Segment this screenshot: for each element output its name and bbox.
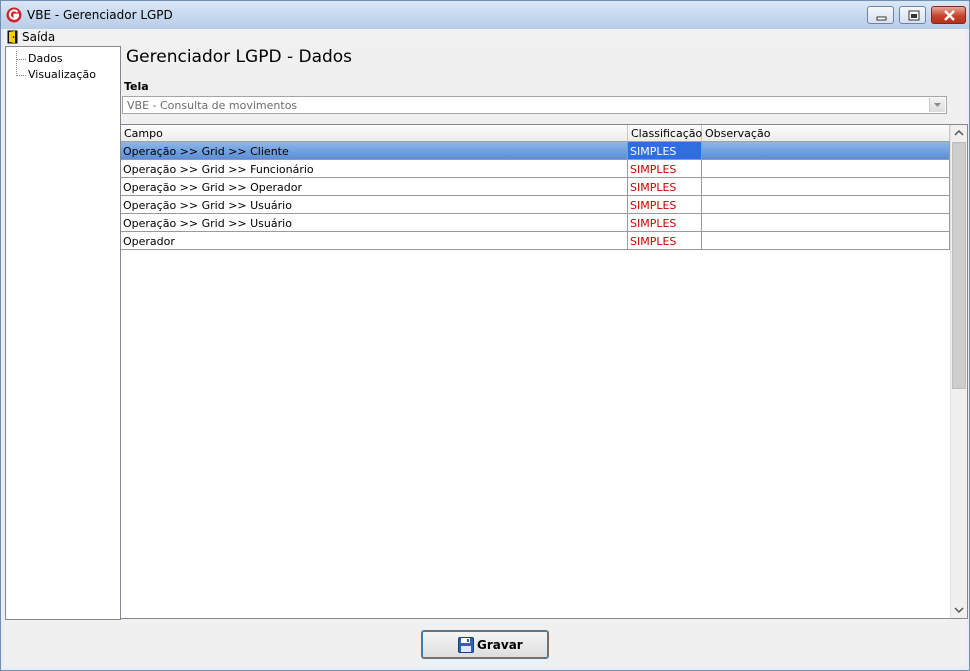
cell-classificacao[interactable]: SIMPLES [628, 142, 702, 160]
close-icon [944, 10, 955, 21]
minimize-button[interactable] [867, 6, 894, 24]
tree-item-dados[interactable]: Dados [6, 51, 118, 67]
tree-connector [16, 75, 26, 76]
cell-campo[interactable]: Operação >> Grid >> Funcionário [121, 160, 628, 178]
page-title: Gerenciador LGPD - Dados [126, 47, 353, 67]
cell-text: Operador [123, 235, 175, 248]
table-row[interactable]: Operação >> Grid >> Usuário SIMPLES [121, 196, 950, 214]
cell-observacao[interactable] [702, 196, 950, 214]
tela-select[interactable]: VBE - Consulta de movimentos [122, 96, 947, 114]
cell-campo[interactable]: Operação >> Grid >> Operador [121, 178, 628, 196]
column-header-observacao[interactable]: Observação [702, 125, 950, 142]
column-header-label: Campo [124, 127, 163, 140]
save-button[interactable]: Gravar [421, 630, 549, 659]
exit-door-icon [7, 30, 18, 44]
cell-observacao[interactable] [702, 214, 950, 232]
chevron-down-icon [954, 607, 964, 614]
save-button-label: Gravar [477, 638, 523, 652]
cell-campo[interactable]: Operador [121, 232, 628, 250]
floppy-disk-icon [458, 637, 474, 653]
cell-text: Operação >> Grid >> Usuário [123, 199, 292, 212]
column-header-label: Classificação [631, 127, 703, 140]
table-row[interactable]: Operação >> Grid >> Funcionário SIMPLES [121, 160, 950, 178]
table-row[interactable]: Operação >> Grid >> Cliente SIMPLES [121, 142, 950, 160]
cell-text: Operação >> Grid >> Operador [123, 181, 303, 194]
title-bar[interactable]: VBE - Gerenciador LGPD [1, 1, 969, 29]
app-window: VBE - Gerenciador LGPD Saída Dados Visua… [0, 0, 970, 671]
cell-text: Operação >> Grid >> Usuário [123, 217, 292, 230]
navigation-tree: Dados Visualização [5, 46, 121, 620]
minimize-icon [876, 16, 887, 21]
cell-classificacao[interactable]: SIMPLES [628, 232, 702, 250]
tree-item-label: Visualização [28, 68, 96, 81]
menu-label: Saída [22, 30, 56, 44]
vertical-scrollbar[interactable] [950, 125, 967, 618]
restore-icon [908, 10, 920, 21]
cell-text: SIMPLES [630, 145, 677, 158]
tree-connector [16, 59, 26, 60]
tree-item-label: Dados [28, 52, 63, 65]
cell-text: SIMPLES [630, 199, 677, 212]
scroll-down-button[interactable] [951, 601, 967, 618]
cell-text: SIMPLES [630, 235, 677, 248]
column-header-label: Observação [705, 127, 771, 140]
cell-text: SIMPLES [630, 181, 677, 194]
cell-observacao[interactable] [702, 160, 950, 178]
column-header-campo[interactable]: Campo [121, 125, 628, 142]
cell-classificacao[interactable]: SIMPLES [628, 196, 702, 214]
app-logo-icon [6, 7, 22, 23]
window-title: VBE - Gerenciador LGPD [27, 8, 173, 22]
chevron-up-icon [954, 129, 964, 136]
close-button[interactable] [931, 6, 966, 24]
menu-bar: Saída [4, 29, 966, 45]
cell-classificacao[interactable]: SIMPLES [628, 160, 702, 178]
table-row[interactable]: Operador SIMPLES [121, 232, 950, 250]
table-row[interactable]: Operação >> Grid >> Operador SIMPLES [121, 178, 950, 196]
table-row[interactable]: Operação >> Grid >> Usuário SIMPLES [121, 214, 950, 232]
cell-text: SIMPLES [630, 217, 677, 230]
tela-label: Tela [124, 80, 149, 93]
column-header-classificacao[interactable]: Classificação [628, 125, 702, 142]
cell-observacao[interactable] [702, 232, 950, 250]
tela-select-value: VBE - Consulta de movimentos [127, 99, 298, 112]
scroll-up-button[interactable] [951, 125, 967, 142]
chevron-down-icon [934, 103, 941, 107]
cell-classificacao[interactable]: SIMPLES [628, 178, 702, 196]
maximize-button[interactable] [899, 6, 926, 24]
cell-text: SIMPLES [630, 163, 677, 176]
cell-classificacao[interactable]: SIMPLES [628, 214, 702, 232]
cell-text: Operação >> Grid >> Cliente [123, 145, 289, 158]
data-grid: Campo Classificação Observação Operação … [120, 124, 968, 619]
dropdown-button[interactable] [929, 98, 945, 112]
cell-campo[interactable]: Operação >> Grid >> Usuário [121, 196, 628, 214]
main-client-area: Dados Visualização Gerenciador LGPD - Da… [4, 45, 968, 667]
tree-item-visualizacao[interactable]: Visualização [6, 67, 118, 83]
cell-observacao[interactable] [702, 178, 950, 196]
scroll-thumb[interactable] [952, 142, 966, 389]
cell-campo[interactable]: Operação >> Grid >> Cliente [121, 142, 628, 160]
cell-observacao[interactable] [702, 142, 950, 160]
cell-text: Operação >> Grid >> Funcionário [123, 163, 314, 176]
cell-campo[interactable]: Operação >> Grid >> Usuário [121, 214, 628, 232]
